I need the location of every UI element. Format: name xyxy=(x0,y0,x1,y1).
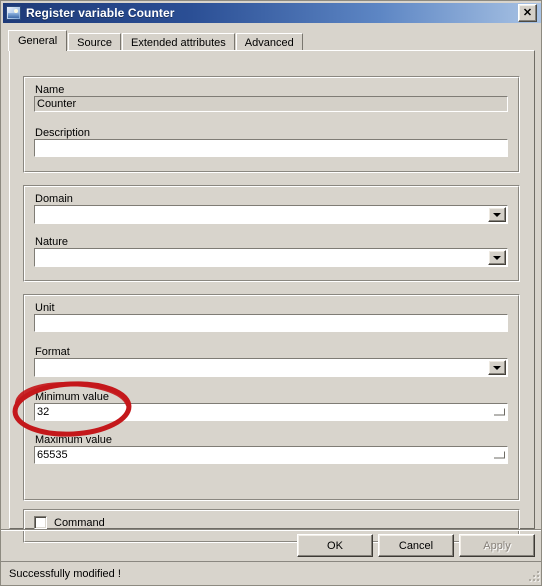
label-nature: Nature xyxy=(35,236,69,248)
unit-input[interactable] xyxy=(34,314,508,332)
maximum-value-input-value: 65535 xyxy=(37,448,68,461)
label-format: Format xyxy=(35,346,70,358)
variable-icon xyxy=(6,6,21,20)
chevron-down-icon xyxy=(493,255,501,260)
apply-button: Apply xyxy=(459,534,535,557)
label-minimum-value: Minimum value xyxy=(35,391,109,403)
label-name: Name xyxy=(35,84,65,96)
name-input: Counter xyxy=(34,96,508,112)
maximum-value-browse-button[interactable] xyxy=(494,450,505,461)
window-title: Register variable Counter xyxy=(26,6,175,20)
nature-combobox[interactable] xyxy=(34,248,508,267)
minimum-value-input[interactable]: 32 xyxy=(34,403,508,421)
nature-combobox-value xyxy=(35,249,488,266)
command-checkbox[interactable] xyxy=(34,516,47,529)
description-input[interactable] xyxy=(34,139,508,157)
ok-button-label: OK xyxy=(327,539,343,552)
cancel-button-label: Cancel xyxy=(398,539,434,552)
domain-dropdown-button[interactable] xyxy=(488,207,506,222)
apply-button-label: Apply xyxy=(483,539,511,552)
tab-source[interactable]: Source xyxy=(68,33,121,51)
close-icon: ✕ xyxy=(522,6,533,19)
format-combobox[interactable] xyxy=(34,358,508,377)
status-bar: Successfully modified ! xyxy=(1,561,541,585)
tab-source-label: Source xyxy=(77,36,112,49)
tab-general-label: General xyxy=(18,35,58,47)
ok-button[interactable]: OK xyxy=(297,534,373,557)
domain-combobox-value xyxy=(35,206,488,223)
close-button[interactable]: ✕ xyxy=(518,4,537,22)
group-identity xyxy=(23,76,520,173)
label-maximum-value: Maximum value xyxy=(35,434,113,446)
title-bar[interactable]: Register variable Counter ✕ xyxy=(3,3,541,23)
domain-combobox[interactable] xyxy=(34,205,508,224)
command-checkbox-row[interactable]: Command xyxy=(34,516,105,529)
tab-advanced[interactable]: Advanced xyxy=(235,33,303,51)
tab-advanced-label: Advanced xyxy=(244,36,294,49)
maximum-value-input[interactable]: 65535 xyxy=(34,446,508,464)
group-classification xyxy=(23,185,520,282)
register-variable-dialog: Register variable Counter ✕ General Sour… xyxy=(0,0,542,586)
nature-dropdown-button[interactable] xyxy=(488,250,506,265)
format-dropdown-button[interactable] xyxy=(488,360,506,375)
format-combobox-value xyxy=(35,359,488,376)
tab-extended-attributes[interactable]: Extended attributes xyxy=(122,33,235,51)
command-checkbox-label: Command xyxy=(54,516,105,529)
tab-strip: General Source Extended attributes Advan… xyxy=(8,30,304,51)
minimum-value-input-value: 32 xyxy=(37,405,50,418)
label-description: Description xyxy=(35,127,91,139)
label-domain: Domain xyxy=(35,193,73,205)
status-message: Successfully modified ! xyxy=(9,568,121,580)
cancel-button[interactable]: Cancel xyxy=(378,534,454,557)
minimum-value-browse-button[interactable] xyxy=(494,407,505,418)
tab-general[interactable]: General xyxy=(8,30,68,51)
button-bar-separator xyxy=(1,529,541,531)
name-input-value: Counter xyxy=(37,97,77,110)
tab-extended-attributes-label: Extended attributes xyxy=(131,36,226,49)
chevron-down-icon xyxy=(493,365,501,370)
label-unit: Unit xyxy=(35,302,55,314)
resize-grip-icon[interactable] xyxy=(527,569,541,583)
chevron-down-icon xyxy=(493,212,501,217)
